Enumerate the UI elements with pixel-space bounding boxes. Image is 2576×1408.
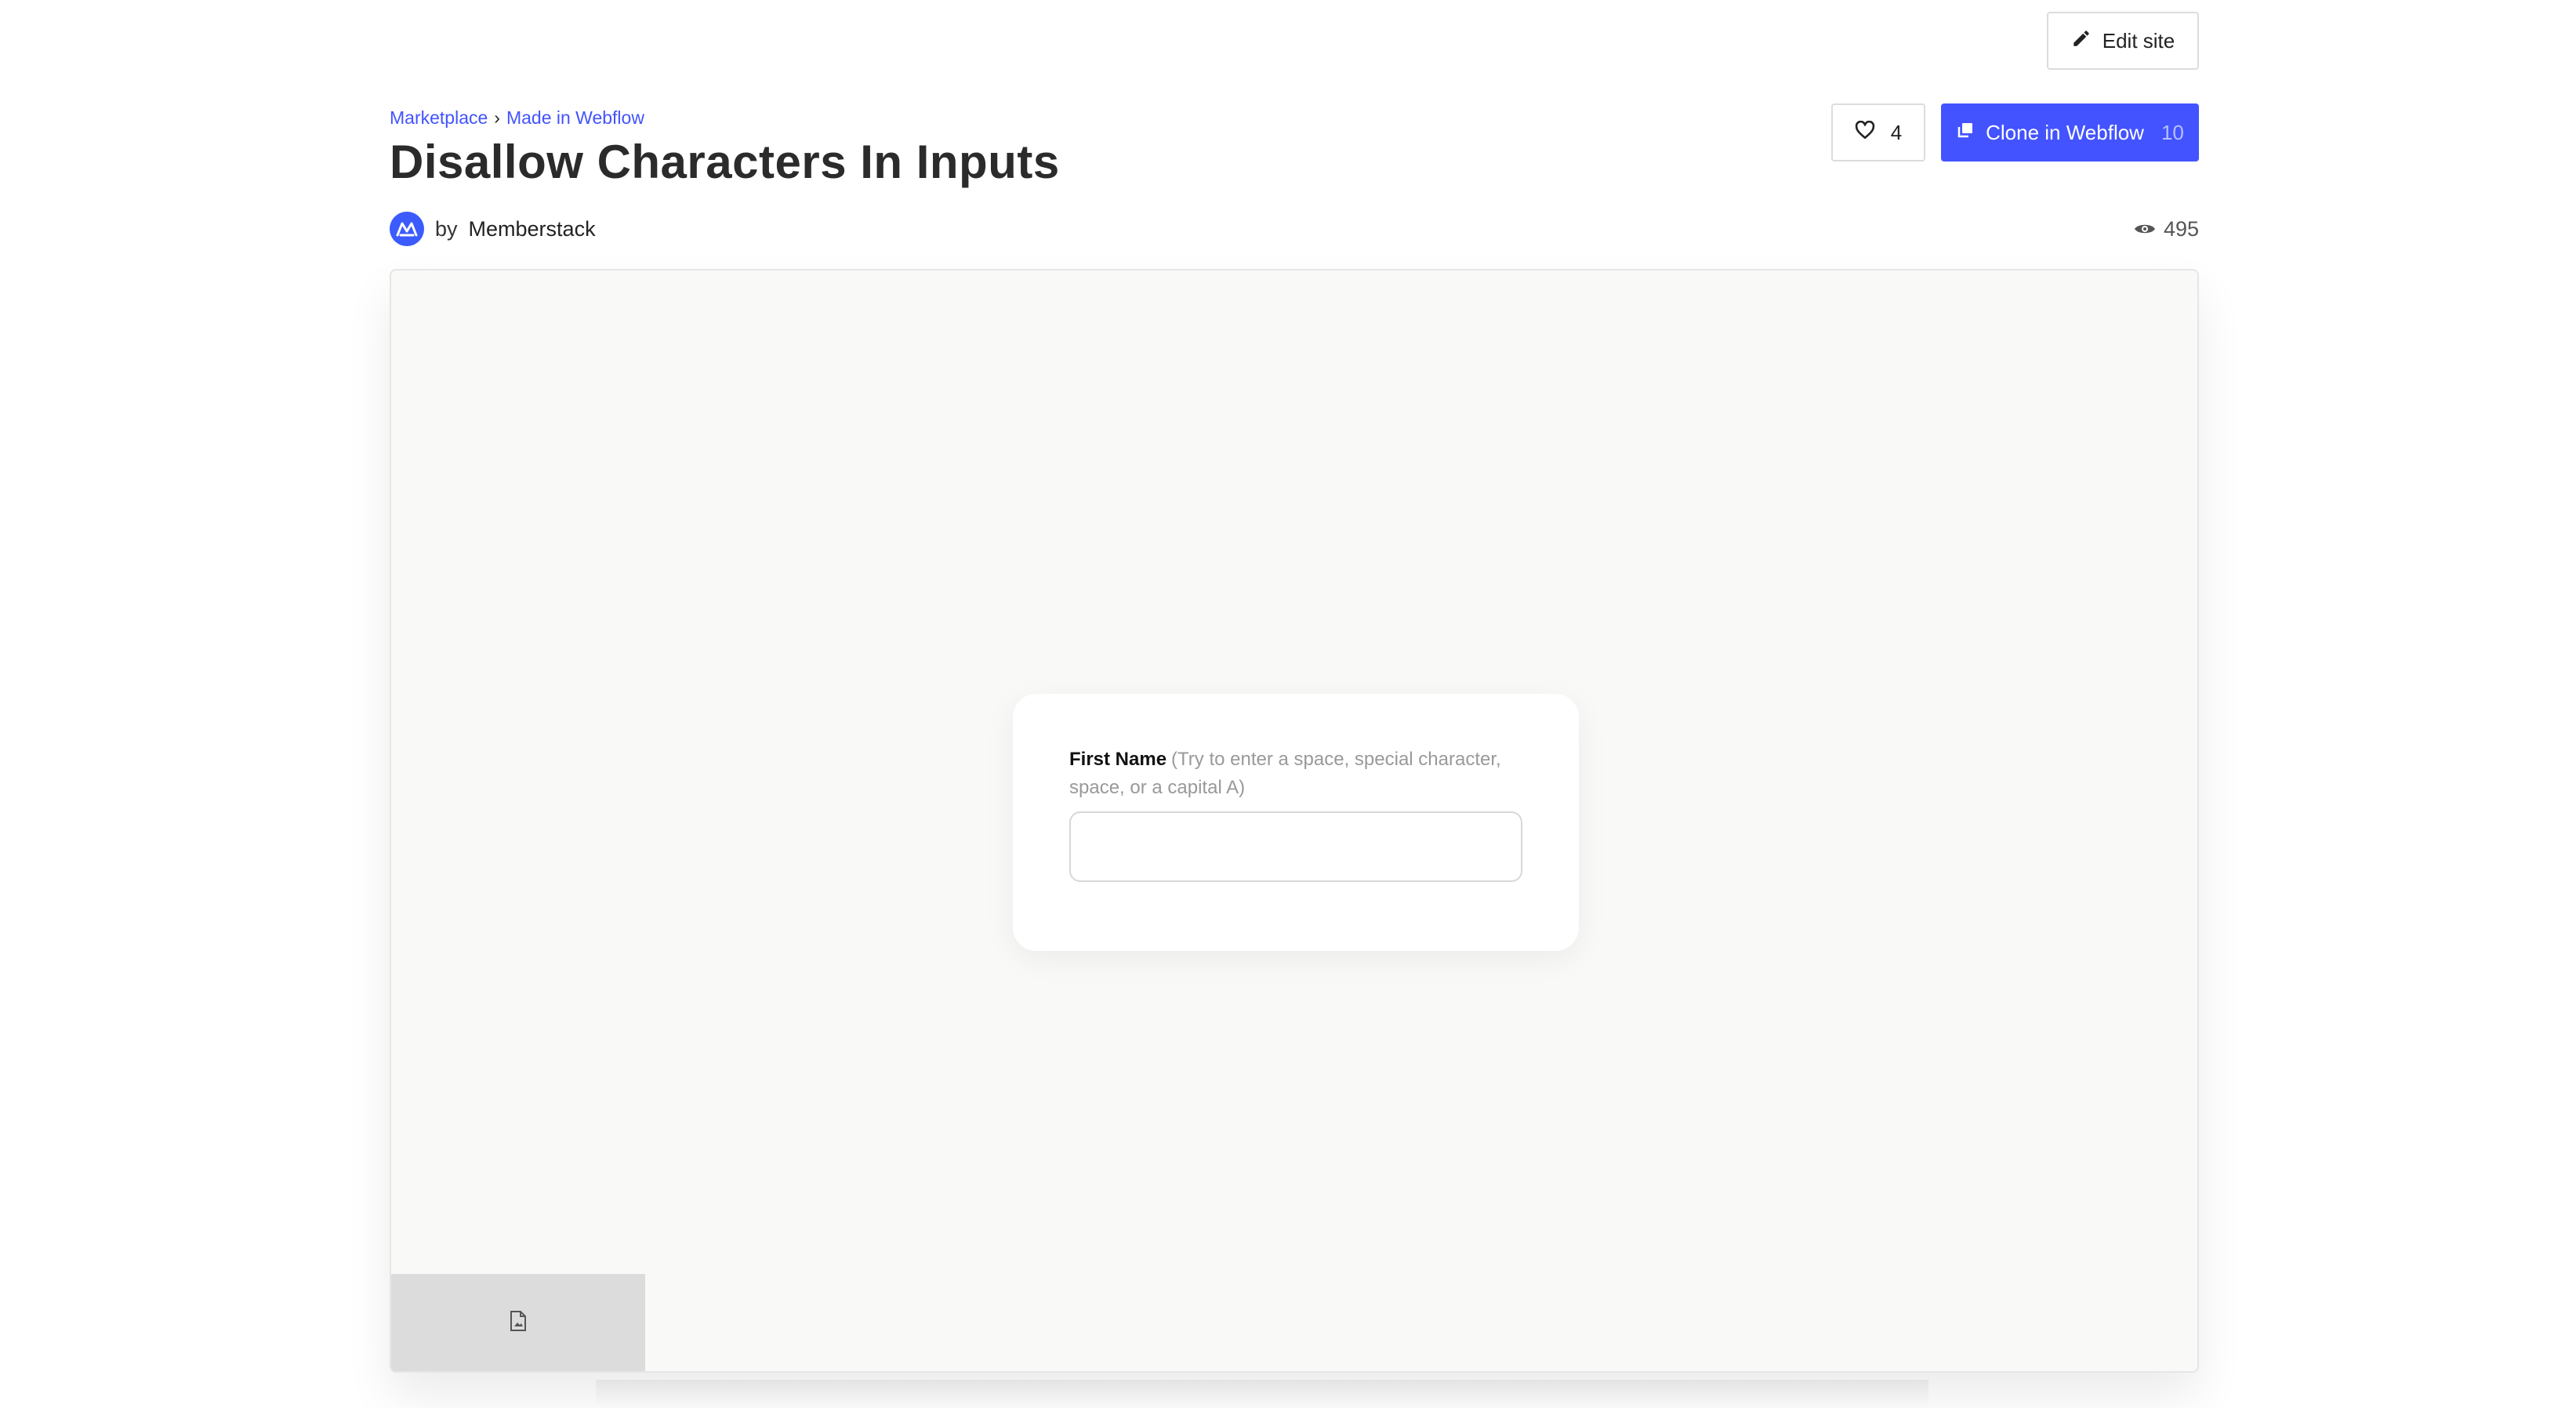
- like-count: 4: [1890, 120, 1903, 144]
- eye-icon: [2134, 217, 2156, 241]
- form-card: First Name (Try to enter a space, special…: [1013, 694, 1579, 951]
- field-label: First Name: [1069, 749, 1167, 770]
- pencil-icon: [2071, 28, 2092, 54]
- image-placeholder-icon: [509, 1310, 528, 1336]
- footer-shadow: [596, 1380, 1928, 1408]
- avatar[interactable]: [390, 212, 424, 246]
- clone-in-webflow-button[interactable]: Clone in Webflow 10: [1941, 103, 2199, 161]
- author-name[interactable]: Memberstack: [469, 217, 596, 241]
- first-name-label: First Name (Try to enter a space, special…: [1069, 746, 1524, 802]
- memberstack-logo-icon: [396, 222, 418, 237]
- breadcrumb-made-in-webflow-link[interactable]: Made in Webflow: [506, 107, 644, 129]
- view-count-value: 495: [2163, 217, 2199, 241]
- clone-label: Clone in Webflow: [1986, 120, 2144, 144]
- heart-icon: [1855, 120, 1875, 145]
- breadcrumb: Marketplace › Made in Webflow: [390, 107, 644, 129]
- like-button[interactable]: 4: [1831, 103, 1925, 161]
- breadcrumb-marketplace-link[interactable]: Marketplace: [390, 107, 488, 129]
- clone-icon: [1956, 121, 1975, 145]
- author-line: by Memberstack: [390, 212, 596, 246]
- first-name-input[interactable]: [1069, 811, 1522, 882]
- edit-site-label: Edit site: [2102, 28, 2175, 53]
- edit-site-button[interactable]: Edit site: [2047, 12, 2199, 70]
- page-title: Disallow Characters In Inputs: [390, 136, 1060, 188]
- site-preview: First Name (Try to enter a space, special…: [390, 269, 2199, 1373]
- view-count: 495: [2134, 217, 2199, 241]
- clone-count: 10: [2161, 120, 2184, 144]
- thumbnail-strip[interactable]: [391, 1274, 645, 1371]
- breadcrumb-separator: ›: [494, 107, 500, 128]
- author-prefix: by: [435, 216, 458, 241]
